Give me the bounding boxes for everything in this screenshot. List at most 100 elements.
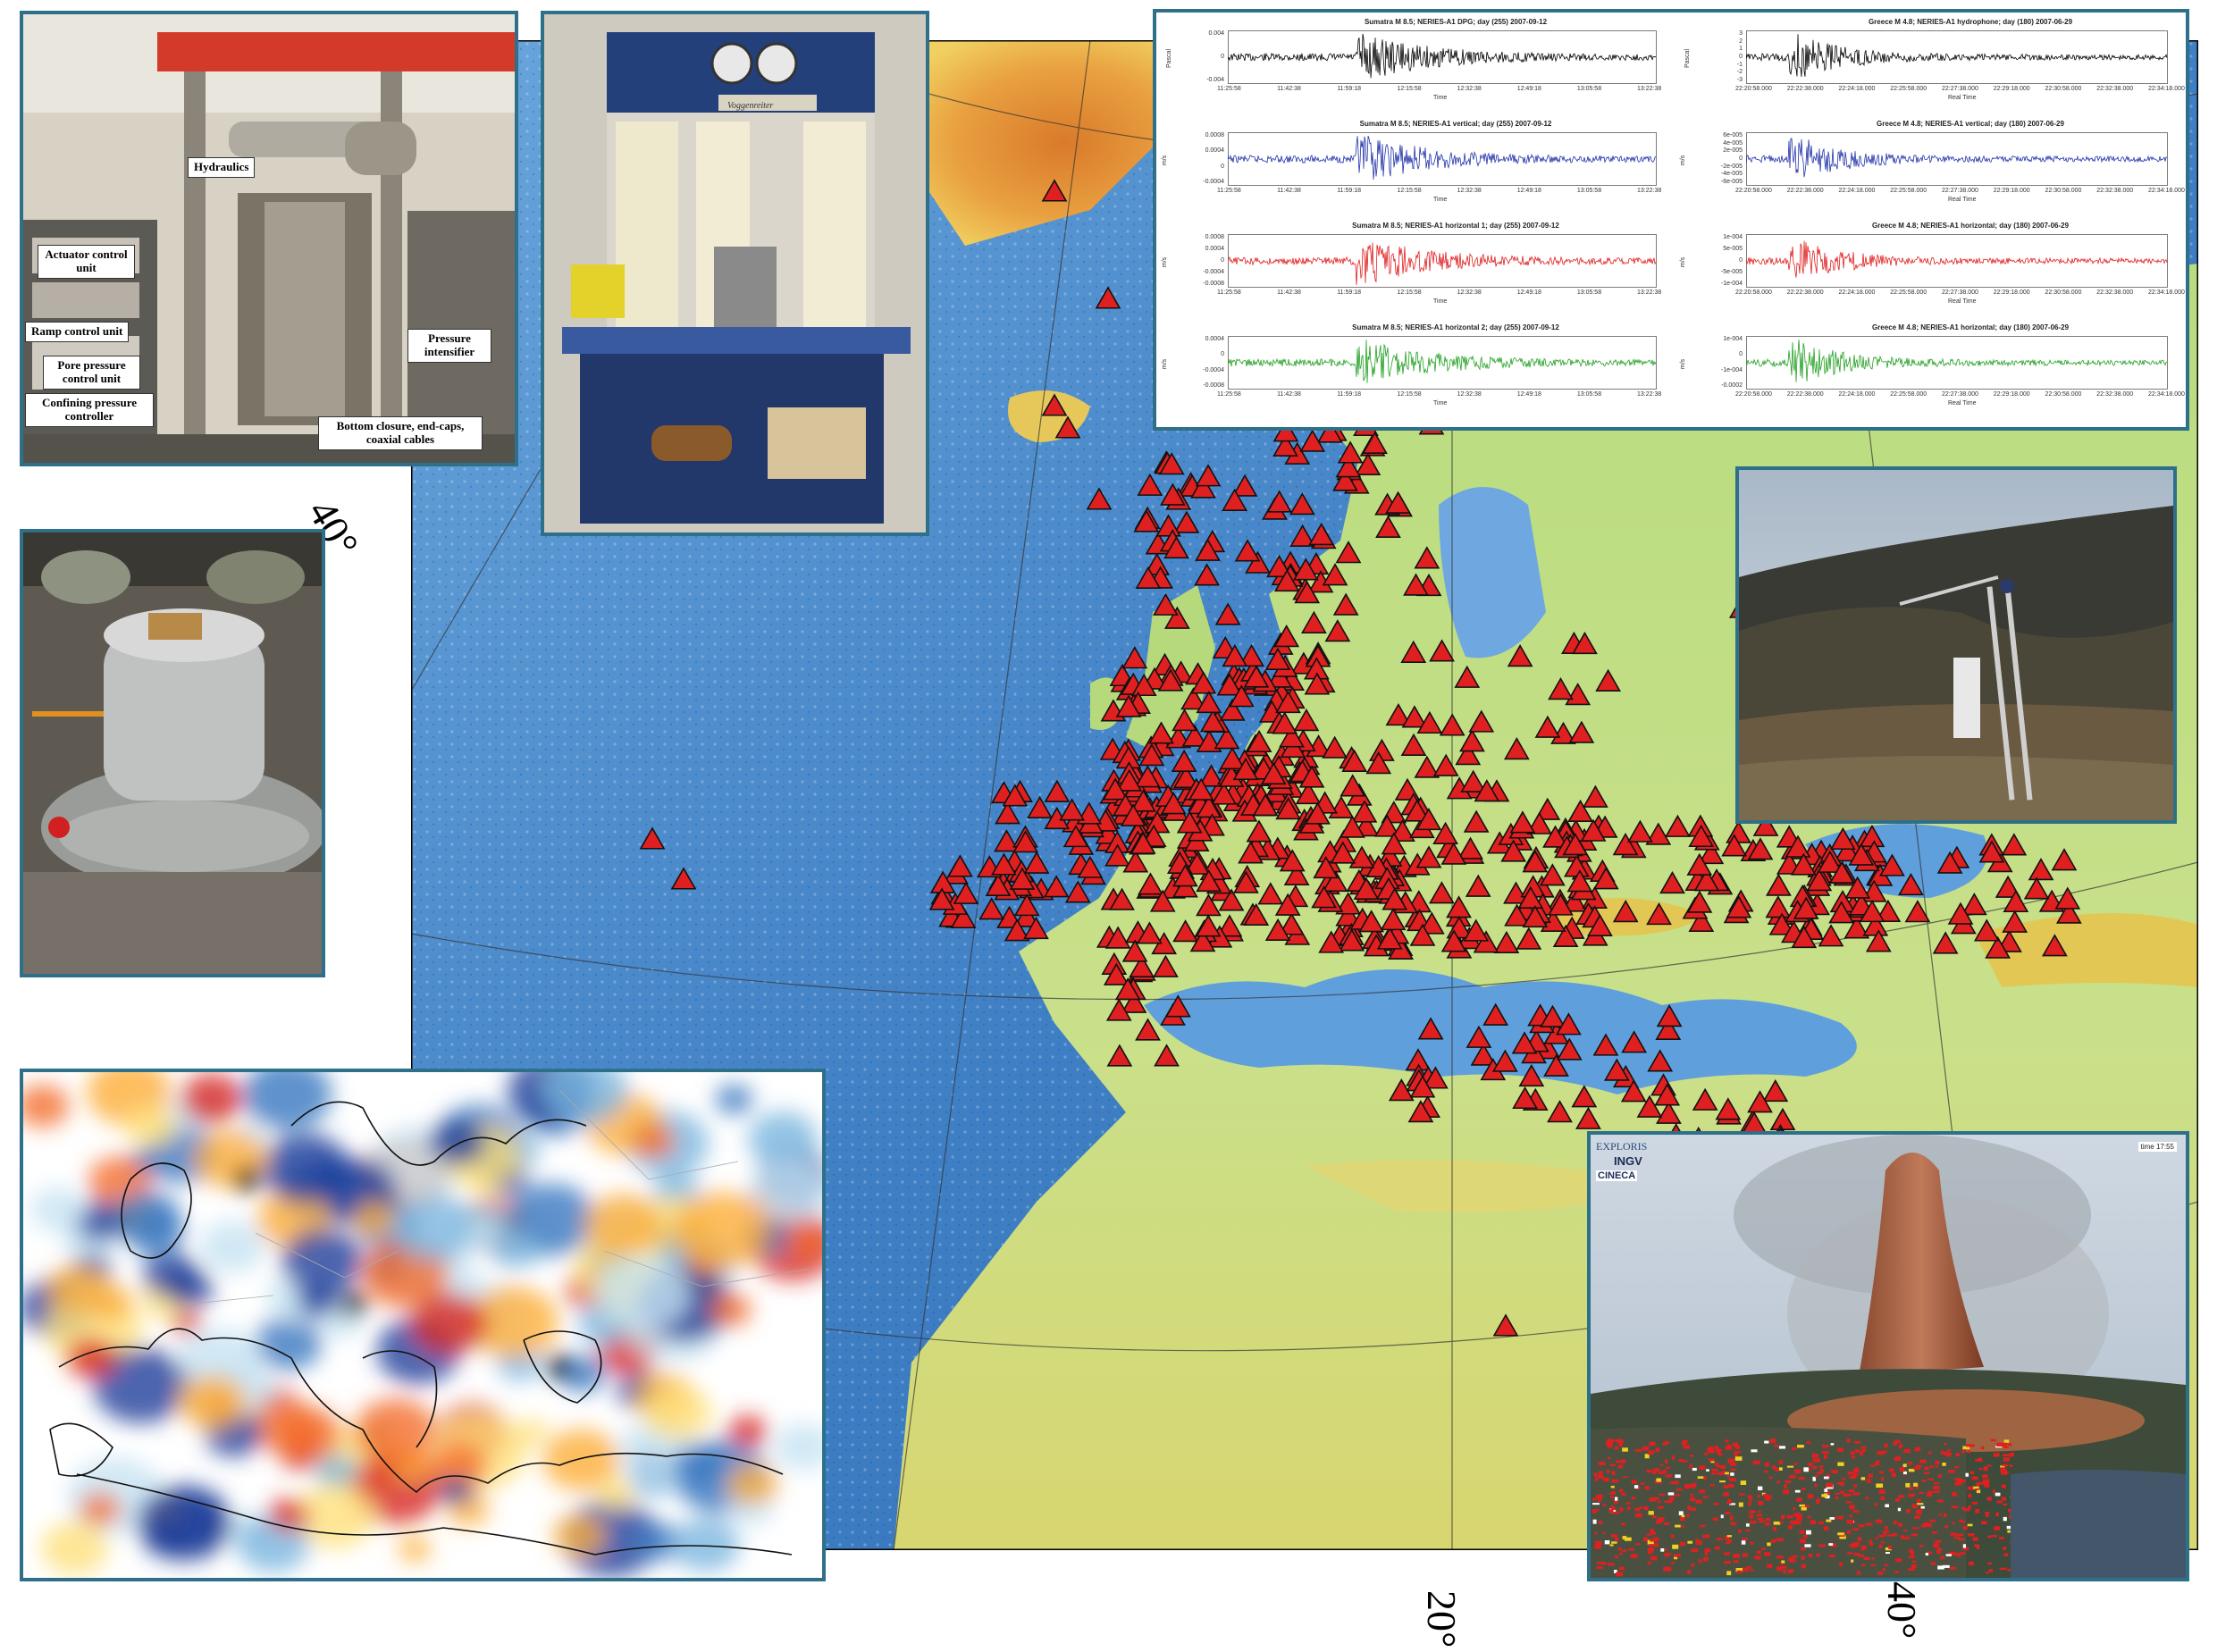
seismogram-xtick: 22:32:38.000 — [2096, 188, 2134, 194]
seismogram-xtick: 22:20:58.000 — [1735, 86, 1772, 92]
seismogram-ytick: 0 — [1739, 155, 1743, 162]
seismogram-ytick: 0.0004 — [1205, 336, 1224, 342]
seismogram-trace — [1228, 132, 1657, 186]
seismogram-xtick: 12:15:58 — [1397, 391, 1422, 398]
seismogram-xtick: 22:24:18.000 — [1838, 86, 1876, 92]
seismogram-ytick: 1 — [1739, 46, 1743, 53]
seismogram-ytick: -0.0004 — [1203, 366, 1224, 373]
seismogram-ytick: 2 — [1739, 38, 1743, 45]
seismogram-xlabel: Time — [1433, 197, 1448, 203]
seismogram-xtick: 22:29:18.000 — [1993, 86, 2030, 92]
seismogram-unit: m/s — [1680, 256, 1687, 268]
seismogram-xtick: 13:22:38 — [1637, 188, 1662, 194]
seismogram-xtick: 12:49:18 — [1516, 289, 1541, 296]
seismogram-ytick: 0 — [1221, 257, 1224, 264]
seismogram-ytick: -2e-005 — [1720, 163, 1743, 170]
seismogram-title: Sumatra M 8.5; NERIES-A1 horizontal 2; d… — [1352, 323, 1559, 331]
seismogram-xtick: 22:27:38.000 — [1942, 86, 1978, 92]
seismogram-xtick: 11:25:58 — [1217, 289, 1241, 296]
seismogram-ytick: 5e-005 — [1723, 246, 1743, 252]
seismogram-title: Greece M 4.8; NERIES-A1 horizontal; day … — [1871, 222, 2070, 230]
seismogram-xtick: 22:30:58.000 — [2045, 391, 2082, 398]
seismogram-ytick: 0.0008 — [1205, 234, 1224, 240]
seismogram-xtick: 22:25:58.000 — [1890, 188, 1927, 194]
seismogram-xtick: 13:22:38 — [1637, 391, 1662, 398]
seismogram-trace — [1228, 30, 1657, 84]
seismogram-xlabel: Time — [1433, 400, 1448, 407]
seismogram-unit: m/s — [1162, 155, 1169, 166]
seismogram-xtick: 22:29:18.000 — [1993, 391, 2030, 398]
seismogram-ytick: 0 — [1739, 54, 1743, 60]
seismogram-ytick: -0.0004 — [1203, 269, 1224, 275]
seismogram-ytick: -0.0008 — [1203, 281, 1224, 287]
seismogram-xtick: 12:49:18 — [1516, 86, 1541, 92]
seismogram-xtick: 22:22:38.000 — [1786, 391, 1824, 398]
press-drawing — [544, 14, 926, 532]
seismogram-xlabel: Time — [1433, 95, 1448, 101]
seismogram-ytick: -0.004 — [1206, 77, 1224, 83]
seismogram-unit: m/s — [1680, 155, 1687, 166]
seismogram-xtick: 22:32:38.000 — [2096, 391, 2134, 398]
seismogram-xtick: 22:24:18.000 — [1838, 188, 1876, 194]
press-brand: Voggenreiter — [727, 101, 774, 111]
seismogram-xtick: 11:59:18 — [1337, 86, 1362, 92]
seismogram-xtick: 13:05:58 — [1576, 289, 1602, 296]
label-pore: Pore pressure control unit — [43, 356, 140, 390]
seismogram-xtick: 11:42:38 — [1277, 289, 1301, 296]
seismogram-column-greece: Greece M 4.8; NERIES-A1 hydrophone; day … — [1675, 13, 2186, 427]
seismogram-ytick: -4e-005 — [1720, 171, 1743, 178]
seismogram-ytick: -3 — [1736, 77, 1743, 83]
seismogram-xtick: 11:42:38 — [1277, 391, 1301, 398]
label-closure: Bottom closure, end-caps, coaxial cables — [318, 416, 483, 450]
seismogram-ytick: 6e-005 — [1723, 132, 1743, 138]
rock-lab-photo: Hydraulics Actuator control unit Ramp co… — [20, 11, 518, 466]
seismogram-xtick: 12:32:38 — [1457, 391, 1482, 398]
label-actuator: Actuator control unit — [38, 245, 135, 279]
seismogram-title: Greece M 4.8; NERIES-A1 horizontal; day … — [1871, 323, 2070, 331]
seismogram-ytick: 0 — [1221, 163, 1224, 170]
seismogram-xtick: 12:32:38 — [1457, 289, 1482, 296]
seismogram-xtick: 22:22:38.000 — [1786, 86, 1824, 92]
seismogram-ytick: 0 — [1739, 257, 1743, 264]
seismogram-title: Greece M 4.8; NERIES-A1 hydrophone; day … — [1868, 18, 2073, 26]
seismogram-ytick: 0.0004 — [1205, 147, 1224, 155]
seismogram-trace — [1228, 234, 1657, 288]
seismogram-ytick: -2 — [1736, 69, 1743, 76]
label-hydraulics: Hydraulics — [188, 157, 256, 178]
seismogram-ytick: -0.0008 — [1203, 382, 1224, 389]
seismogram-xtick: 13:22:38 — [1637, 86, 1662, 92]
seismogram-trace — [1746, 132, 2168, 186]
seismogram-xlabel: Real Time — [1948, 197, 1977, 203]
seismogram-xtick: 12:15:58 — [1397, 188, 1422, 194]
seismogram-xtick: 11:42:38 — [1277, 188, 1301, 194]
seismogram-xtick: 22:20:58.000 — [1735, 391, 1772, 398]
seismogram-ytick: 1e-004 — [1723, 336, 1743, 342]
lon-label-40: 40° — [1879, 1581, 1925, 1639]
volcano-simulation: EXPLORIS INGV CINECA time 17:55 — [1587, 1131, 2189, 1581]
triaxial-cell-photo — [20, 529, 325, 977]
seismogram-xtick: 22:27:38.000 — [1942, 289, 1978, 296]
seismogram-ytick: -0.0002 — [1721, 382, 1743, 389]
ingv-logo: INGV — [1614, 1154, 1642, 1168]
seismogram-ytick: -6e-005 — [1720, 179, 1743, 185]
seismogram-trace — [1746, 30, 2168, 84]
seismogram-ytick: 0.0004 — [1205, 246, 1224, 252]
seismogram-xtick: 13:05:58 — [1576, 391, 1602, 398]
seismogram-xtick: 22:29:18.000 — [1993, 188, 2030, 194]
seismogram-xtick: 12:15:58 — [1397, 86, 1422, 92]
seismogram-title: Sumatra M 8.5; NERIES-A1 vertical; day (… — [1359, 120, 1552, 128]
seismogram-xtick: 22:29:18.000 — [1993, 289, 2030, 296]
seismogram-ytick: -1 — [1736, 61, 1743, 68]
seismogram-xtick: 11:25:58 — [1217, 86, 1241, 92]
seismogram-xtick: 12:32:38 — [1457, 86, 1482, 92]
seismogram-xtick: 11:25:58 — [1217, 391, 1241, 398]
field-station-photo — [1735, 466, 2177, 824]
cell-drawing — [23, 532, 322, 974]
seismogram-column-sumatra: Sumatra M 8.5; NERIES-A1 DPG; day (255) … — [1156, 13, 1675, 427]
seismogram-xtick: 11:42:38 — [1277, 86, 1301, 92]
seismogram-ytick: -1e-004 — [1720, 281, 1743, 287]
seismogram-trace — [1228, 336, 1657, 390]
seismogram-title: Greece M 4.8; NERIES-A1 vertical; day (1… — [1877, 120, 2064, 128]
seismogram-title: Sumatra M 8.5; NERIES-A1 horizontal 1; d… — [1352, 222, 1559, 230]
seismogram-ytick: -0.0004 — [1203, 179, 1224, 185]
